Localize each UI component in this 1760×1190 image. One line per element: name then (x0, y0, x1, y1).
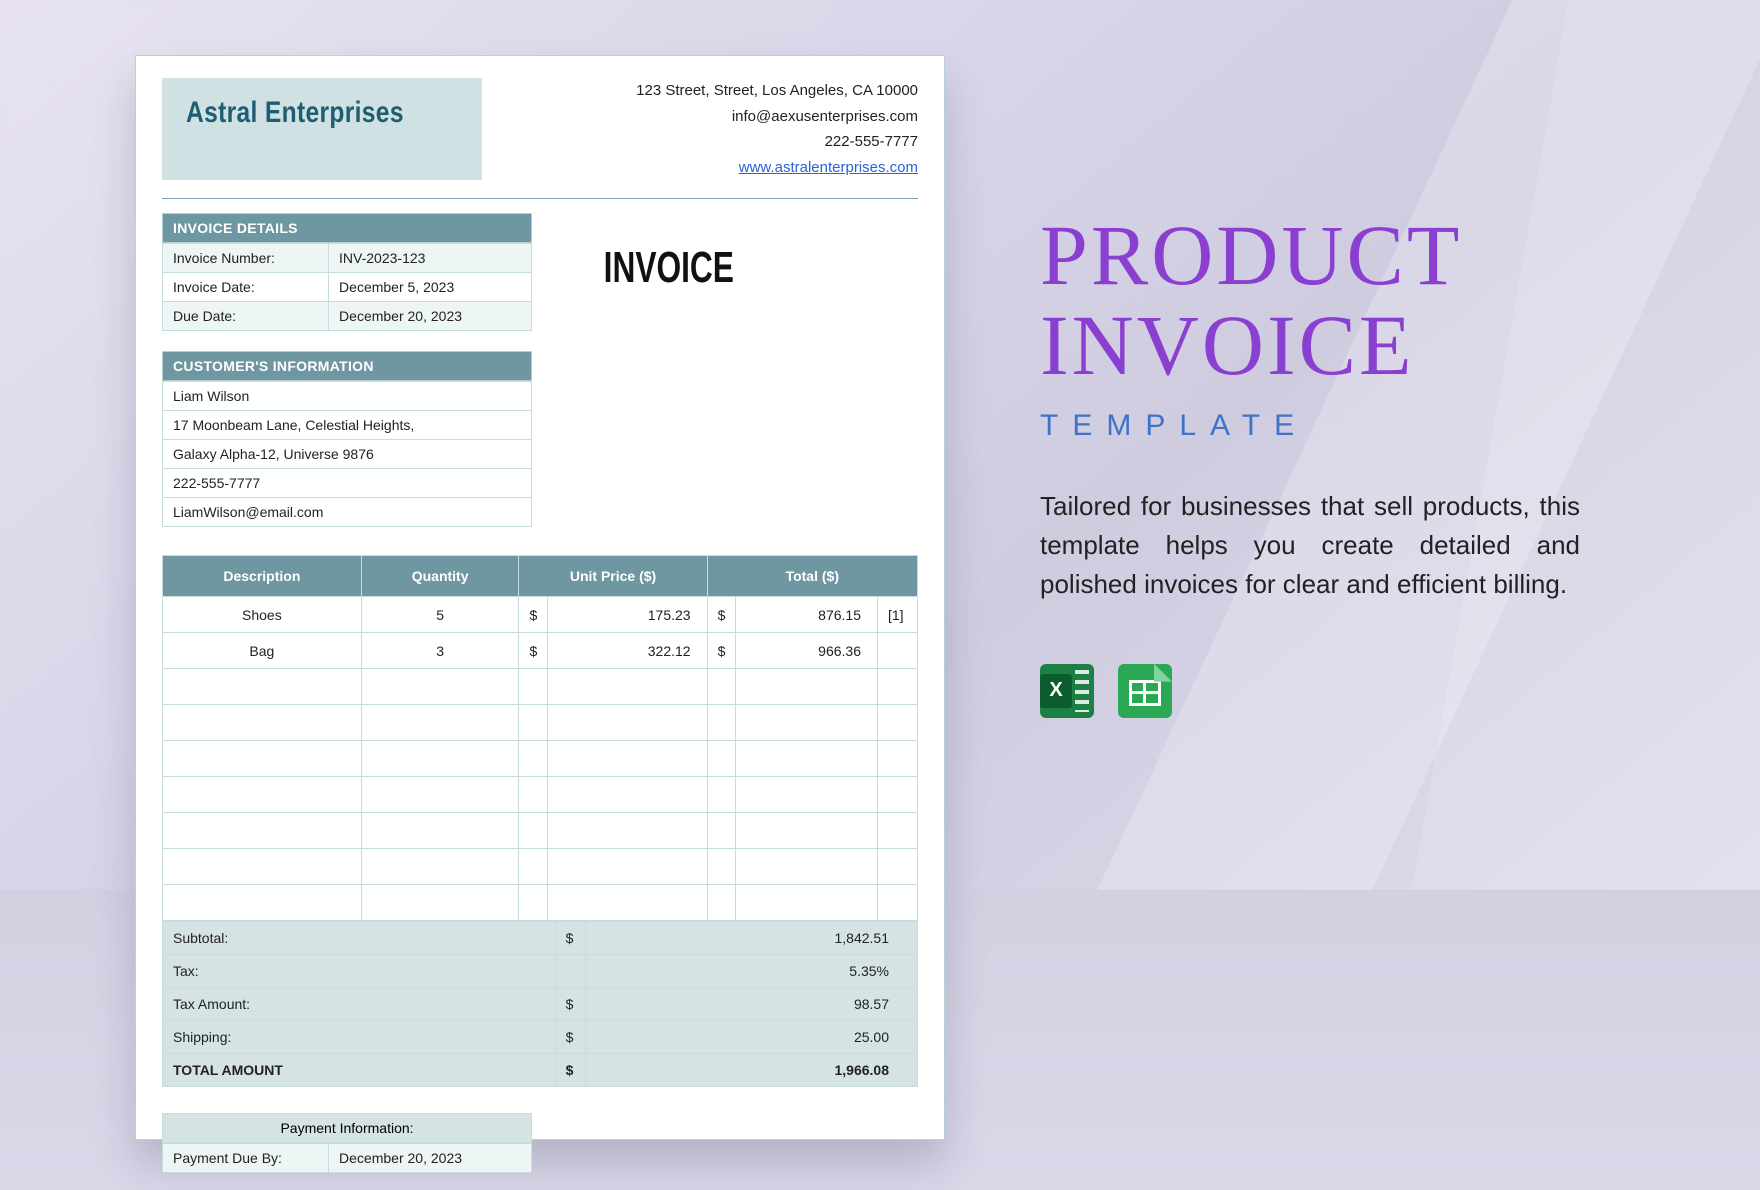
payment-info-block: Payment Information: Payment Due By: Dec… (162, 1113, 532, 1173)
company-contact-block: 123 Street, Street, Los Angeles, CA 1000… (636, 78, 918, 180)
col-quantity: Quantity (361, 556, 519, 597)
invoice-document: Astral Enterprises 123 Street, Street, L… (135, 55, 945, 1140)
excel-icon (1040, 664, 1094, 718)
item-unit-price: 322.12 (548, 633, 707, 669)
company-name: Astral Enterprises (186, 96, 409, 130)
currency-symbol (555, 955, 585, 988)
table-row: Shoes5$175.23$876.15[1] (163, 597, 918, 633)
currency-symbol: $ (519, 633, 548, 669)
total-value: 25.00 (585, 1021, 917, 1054)
total-label: Tax Amount: (163, 988, 556, 1021)
detail-value: December 20, 2023 (329, 302, 532, 331)
header-divider (162, 198, 918, 199)
table-row-empty (163, 705, 918, 741)
company-phone: 222-555-7777 (636, 129, 918, 155)
col-description: Description (163, 556, 362, 597)
promo-title-line2: INVOICE (1040, 300, 1600, 390)
total-label: Tax: (163, 955, 556, 988)
customer-line: Liam Wilson (163, 382, 532, 411)
detail-label: Due Date: (163, 302, 329, 331)
currency-symbol: $ (555, 1021, 585, 1054)
table-row-empty (163, 741, 918, 777)
currency-symbol: $ (519, 597, 548, 633)
google-sheets-icon (1118, 664, 1172, 718)
detail-value: December 5, 2023 (329, 273, 532, 302)
promo-description: Tailored for businesses that sell produc… (1040, 487, 1580, 604)
currency-symbol: $ (555, 1054, 585, 1087)
company-logo-box: Astral Enterprises (162, 78, 482, 180)
item-unit-price: 175.23 (548, 597, 707, 633)
total-value: 5.35% (585, 955, 917, 988)
grand-total-label: TOTAL AMOUNT (163, 1054, 556, 1087)
item-total: 966.36 (736, 633, 878, 669)
payment-info-table: Payment Due By: December 20, 2023 (162, 1143, 532, 1173)
customer-line: 17 Moonbeam Lane, Celestial Heights, (163, 411, 532, 440)
item-note (878, 633, 918, 669)
detail-label: Invoice Date: (163, 273, 329, 302)
invoice-details-heading: INVOICE DETAILS (162, 213, 532, 243)
table-row-empty (163, 849, 918, 885)
company-address: 123 Street, Street, Los Angeles, CA 1000… (636, 78, 918, 104)
item-desc: Shoes (163, 597, 362, 633)
company-email: info@aexusenterprises.com (636, 104, 918, 130)
item-qty: 5 (361, 597, 519, 633)
line-items-body: Shoes5$175.23$876.15[1]Bag3$322.12$966.3… (163, 597, 918, 921)
invoice-big-label: INVOICE (572, 213, 734, 293)
total-value: 1,842.51 (585, 922, 917, 955)
table-row: Bag3$322.12$966.36 (163, 633, 918, 669)
item-note: [1] (878, 597, 918, 633)
currency-symbol: $ (707, 597, 736, 633)
customer-info-table: Liam Wilson17 Moonbeam Lane, Celestial H… (162, 381, 532, 527)
promo-panel: PRODUCT INVOICE TEMPLATE Tailored for bu… (1040, 210, 1600, 718)
currency-symbol: $ (555, 922, 585, 955)
col-unit-price: Unit Price ($) (519, 556, 707, 597)
line-items-table: Description Quantity Unit Price ($) Tota… (162, 555, 918, 921)
table-row-empty (163, 885, 918, 921)
payment-due-value: December 20, 2023 (329, 1144, 532, 1173)
table-row-empty (163, 777, 918, 813)
customer-info-heading: CUSTOMER'S INFORMATION (162, 351, 532, 381)
table-row-empty (163, 669, 918, 705)
payment-due-label: Payment Due By: (163, 1144, 329, 1173)
total-label: Subtotal: (163, 922, 556, 955)
total-value: 98.57 (585, 988, 917, 1021)
customer-line: Galaxy Alpha-12, Universe 9876 (163, 440, 532, 469)
item-qty: 3 (361, 633, 519, 669)
total-label: Shipping: (163, 1021, 556, 1054)
grand-total-value: 1,966.08 (585, 1054, 917, 1087)
customer-line: 222-555-7777 (163, 469, 532, 498)
promo-title-line1: PRODUCT (1040, 210, 1600, 300)
detail-value: INV-2023-123 (329, 244, 532, 273)
currency-symbol: $ (555, 988, 585, 1021)
item-total: 876.15 (736, 597, 878, 633)
invoice-details-table: Invoice Number:INV-2023-123Invoice Date:… (162, 243, 532, 331)
customer-line: LiamWilson@email.com (163, 498, 532, 527)
col-total: Total ($) (707, 556, 917, 597)
totals-table: Subtotal:$1,842.51Tax:5.35%Tax Amount:$9… (162, 921, 918, 1087)
table-row-empty (163, 813, 918, 849)
company-website-link[interactable]: www.astralenterprises.com (739, 159, 918, 176)
currency-symbol: $ (707, 633, 736, 669)
promo-subtitle: TEMPLATE (1040, 409, 1600, 443)
item-desc: Bag (163, 633, 362, 669)
detail-label: Invoice Number: (163, 244, 329, 273)
payment-info-heading: Payment Information: (162, 1113, 532, 1143)
